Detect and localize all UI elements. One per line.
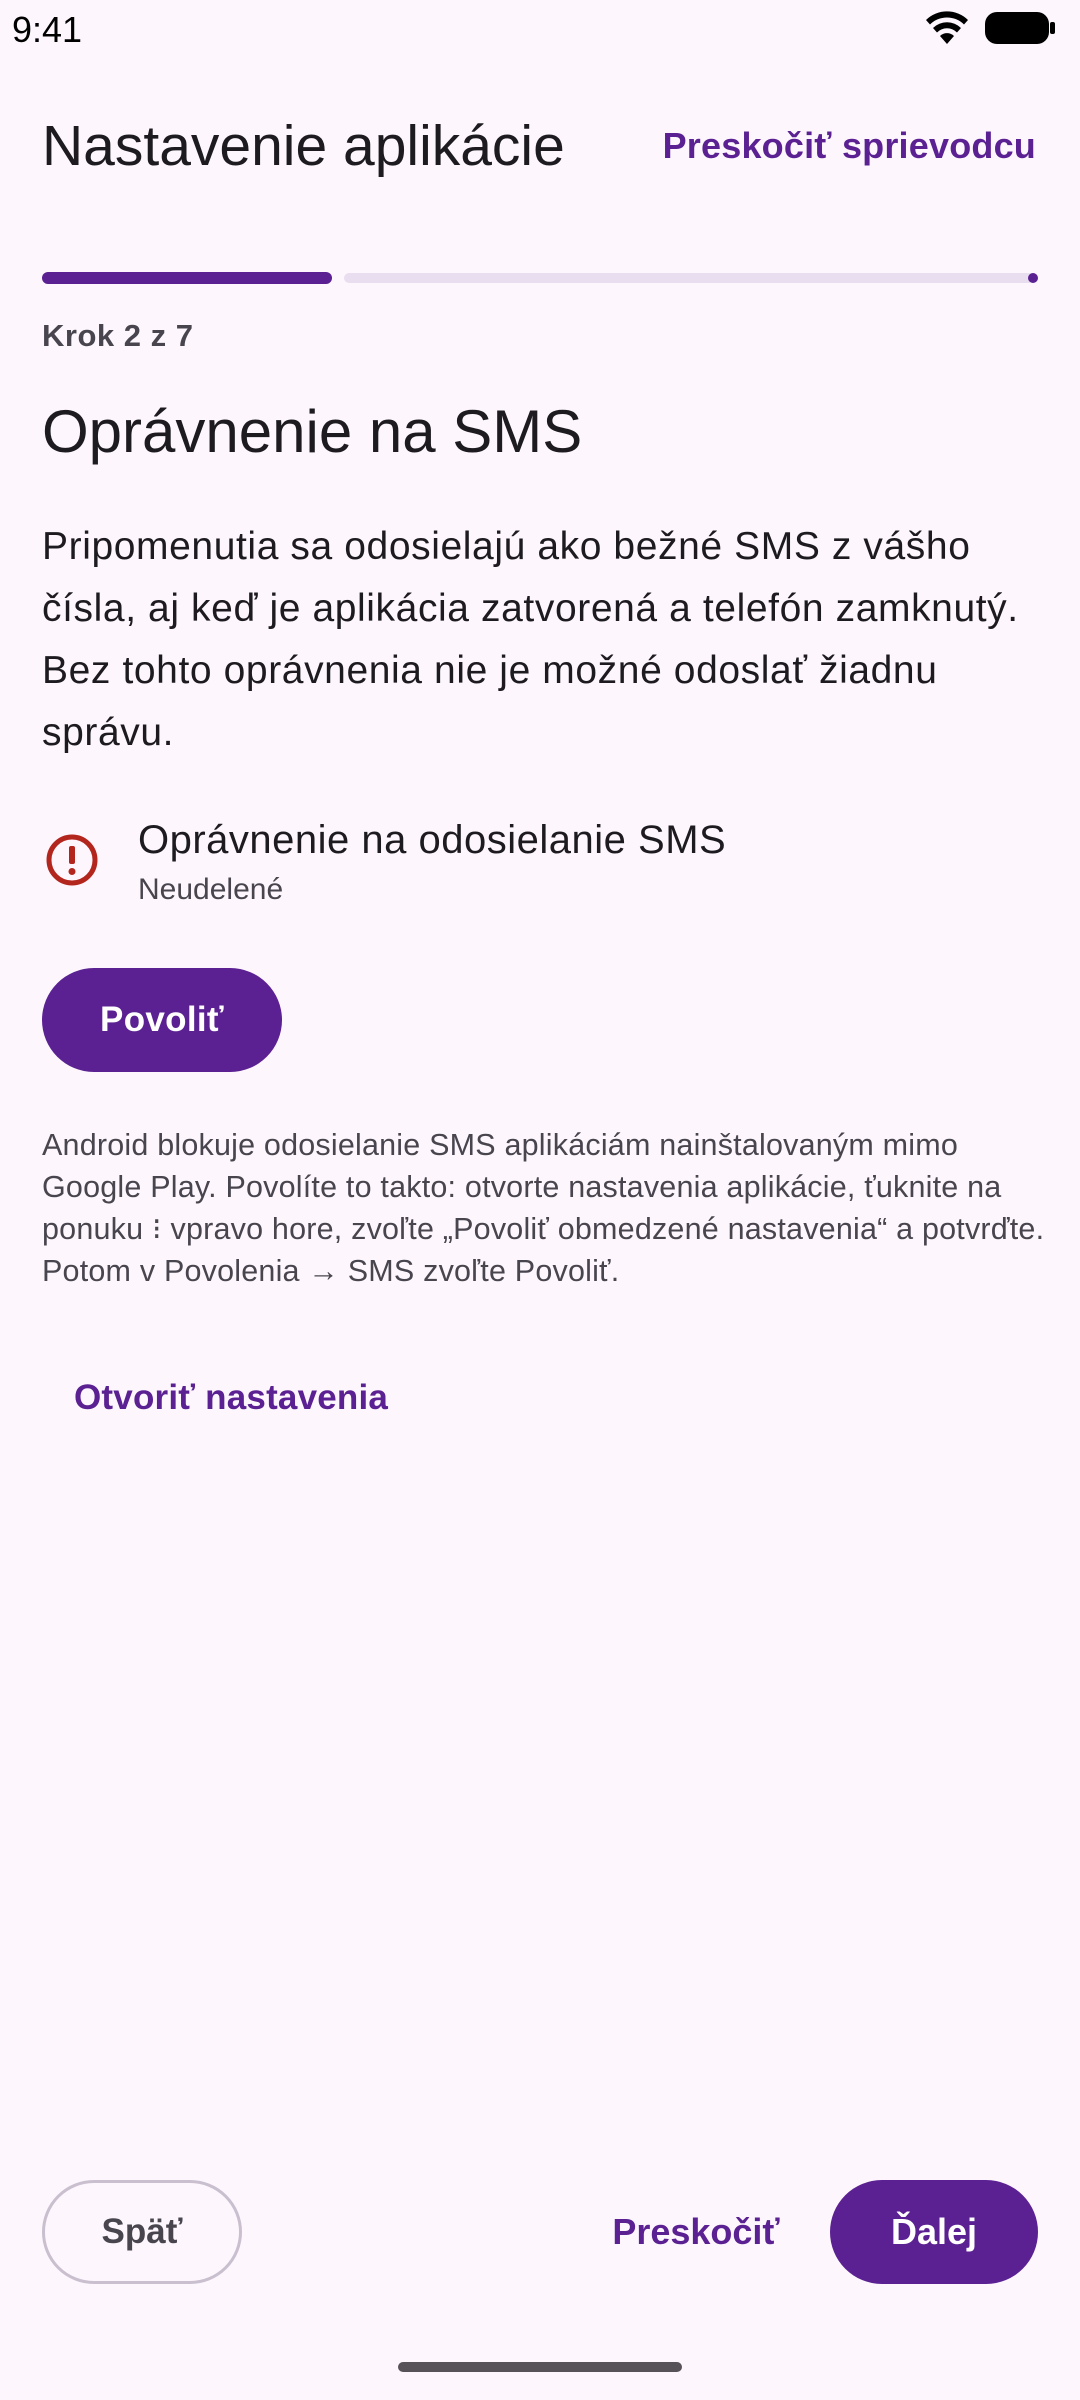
progress-fill <box>42 272 332 284</box>
open-settings-button[interactable]: Otvoriť nastavenia <box>74 1370 388 1426</box>
back-button[interactable]: Späť <box>42 2180 242 2284</box>
next-button[interactable]: Ďalej <box>830 2180 1038 2284</box>
step-counter: Krok 2 z 7 <box>42 318 194 353</box>
progress-end-dot <box>1028 273 1038 283</box>
skip-wizard-button[interactable]: Preskočiť sprievodcu <box>663 118 1036 174</box>
status-icons <box>924 10 1056 46</box>
skip-step-button[interactable]: Preskočiť <box>598 2180 794 2284</box>
status-time: 9:41 <box>12 9 83 50</box>
step-progress-bar <box>42 272 1038 284</box>
home-indicator[interactable] <box>398 2362 682 2372</box>
status-bar: 9:41 <box>0 0 1080 60</box>
error-icon <box>46 834 98 886</box>
permission-name: Oprávnenie na odosielanie SMS <box>138 818 727 862</box>
battery-icon <box>985 12 1055 44</box>
step-title: Oprávnenie na SMS <box>42 398 583 465</box>
page-title: Nastavenie aplikácie <box>42 114 565 178</box>
restricted-settings-hint: Android blokuje odosielanie SMS aplikáci… <box>42 1128 1045 1288</box>
wifi-icon <box>926 11 968 44</box>
progress-track <box>344 273 1034 283</box>
allow-button[interactable]: Povoliť <box>42 968 282 1072</box>
step-description: Pripomenutia sa odosielajú ako bežné SMS… <box>42 525 1019 754</box>
permission-status: Neudelené <box>138 873 284 906</box>
permission-status-row: Oprávnenie na odosielanie SMS Neudelené <box>42 812 1042 912</box>
